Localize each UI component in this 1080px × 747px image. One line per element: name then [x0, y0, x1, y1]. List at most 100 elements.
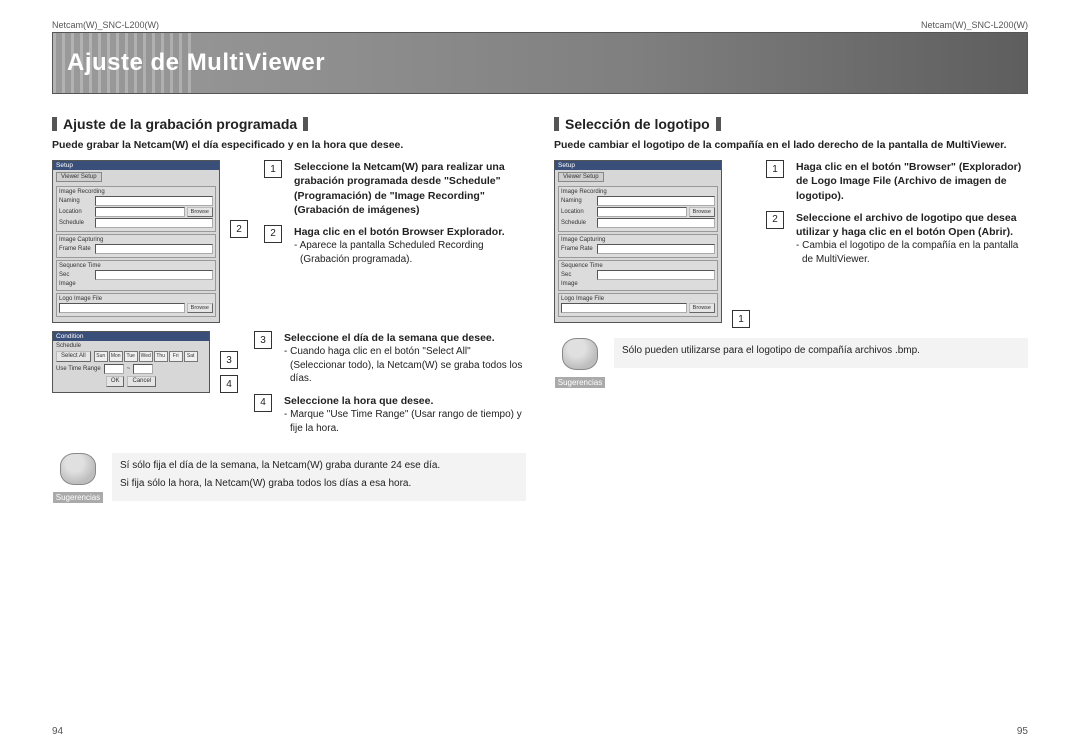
- time-from[interactable]: [104, 364, 124, 374]
- step-number: 2: [264, 225, 282, 243]
- field-label: Naming: [561, 198, 595, 204]
- tab-viewer-setup[interactable]: Viewer Setup: [56, 172, 102, 182]
- page-number-right: 95: [1017, 726, 1028, 737]
- dialog-viewer-setup: Setup Viewer Setup Image Recording Namin…: [52, 160, 220, 323]
- bar-icon: [716, 117, 721, 131]
- group-label: Image Capturing: [561, 237, 715, 243]
- sec-field[interactable]: [95, 270, 213, 280]
- bar-icon: [303, 117, 308, 131]
- dialog-titlebar: Setup: [555, 161, 721, 170]
- day-toggle[interactable]: Fri: [169, 351, 183, 362]
- time-sep: ~: [127, 366, 131, 372]
- step-body: Cuando haga clic en el botón "Select All…: [290, 345, 526, 386]
- section-lead-left: Puede grabar la Netcam(W) el día especif…: [52, 138, 526, 152]
- callout-marker: 1: [732, 310, 750, 328]
- field-label: Frame Rate: [59, 246, 93, 252]
- screenshot-viewer-setup-right: Setup Viewer Setup Image Recording Namin…: [554, 160, 722, 328]
- group-label: Logo Image File: [561, 296, 715, 302]
- browse-button[interactable]: Browse: [187, 207, 213, 217]
- day-buttons: Sun Mon Tue Wed Thu Fri Sat: [94, 351, 198, 362]
- right-column: Selección de logotipo Puede cambiar el l…: [554, 116, 1028, 505]
- logo-field[interactable]: [59, 303, 185, 313]
- day-toggle[interactable]: Mon: [109, 351, 123, 362]
- cancel-button[interactable]: Cancel: [127, 376, 156, 387]
- step-body: Aparece la pantalla Scheduled Recording …: [300, 239, 526, 266]
- running-header: Netcam(W)_SNC-L200(W) Netcam(W)_SNC-L200…: [52, 20, 1028, 30]
- tip-text: Sí sólo fija el día de la semana, la Net…: [120, 459, 518, 473]
- browse-button[interactable]: Browse: [689, 303, 715, 313]
- sec-field[interactable]: [597, 270, 715, 280]
- step-number: 2: [766, 211, 784, 229]
- naming-field[interactable]: [95, 196, 213, 206]
- step-body: Cambia el logotipo de la compañía en la …: [802, 239, 1028, 266]
- field-label: Naming: [59, 198, 93, 204]
- dialog-titlebar: Condition: [53, 332, 209, 341]
- day-toggle[interactable]: Sun: [94, 351, 108, 362]
- mascot-icon: [60, 453, 96, 485]
- field-label: Location: [561, 209, 595, 215]
- group-label: Image Recording: [59, 189, 213, 195]
- framerate-field[interactable]: [597, 244, 715, 254]
- step-heading: Seleccione el archivo de logotipo que de…: [796, 211, 1028, 239]
- group-label: Image Recording: [561, 189, 715, 195]
- step-heading: Haga clic en el botón Browser Explorador…: [294, 225, 526, 239]
- left-column: Ajuste de la grabación programada Puede …: [52, 116, 526, 505]
- callout-marker: 2: [230, 220, 248, 238]
- step-number: 1: [766, 160, 784, 178]
- location-field[interactable]: [95, 207, 185, 217]
- field-label: Sec: [561, 272, 595, 278]
- field-label: Frame Rate: [561, 246, 595, 252]
- section-title-text: Ajuste de la grabación programada: [63, 116, 297, 132]
- day-toggle[interactable]: Sat: [184, 351, 198, 362]
- callout-marker: 4: [220, 375, 238, 393]
- step-number: 1: [264, 160, 282, 178]
- section-title-left: Ajuste de la grabación programada: [52, 116, 526, 132]
- dialog-viewer-setup: Setup Viewer Setup Image Recording Namin…: [554, 160, 722, 323]
- callout-marker: 3: [220, 351, 238, 369]
- use-time-checkbox[interactable]: Use Time Range: [56, 366, 101, 372]
- time-to[interactable]: [133, 364, 153, 374]
- browse-button[interactable]: Browse: [187, 303, 213, 313]
- group-label: Sequence Time: [561, 263, 715, 269]
- bar-icon: [554, 117, 559, 131]
- location-field[interactable]: [597, 207, 687, 217]
- group-label: Image Capturing: [59, 237, 213, 243]
- step-number: 4: [254, 394, 272, 412]
- tip-text: Si fija sólo la hora, la Netcam(W) graba…: [120, 477, 518, 491]
- tip-label: Sugerencias: [555, 377, 605, 388]
- day-toggle[interactable]: Tue: [124, 351, 138, 362]
- step-number: 3: [254, 331, 272, 349]
- step-heading: Seleccione el día de la semana que desee…: [284, 331, 526, 345]
- naming-field[interactable]: [597, 196, 715, 206]
- field-label: Image: [59, 281, 93, 287]
- day-toggle[interactable]: Wed: [139, 351, 153, 362]
- schedule-field[interactable]: [95, 218, 213, 228]
- running-header-left: Netcam(W)_SNC-L200(W): [52, 20, 159, 30]
- field-label: Schedule: [561, 220, 595, 226]
- field-label: Location: [59, 209, 93, 215]
- tab-viewer-setup[interactable]: Viewer Setup: [558, 172, 604, 182]
- schedule-field[interactable]: [597, 218, 715, 228]
- logo-field[interactable]: [561, 303, 687, 313]
- ok-button[interactable]: OK: [106, 376, 125, 387]
- section-title-text: Selección de logotipo: [565, 116, 710, 132]
- dialog-titlebar: Setup: [53, 161, 219, 170]
- step-heading: Seleccione la Netcam(W) para realizar un…: [294, 160, 526, 217]
- framerate-field[interactable]: [95, 244, 213, 254]
- screenshot-condition: Condition Schedule Select All Sun Mon Tu…: [52, 331, 210, 443]
- running-header-right: Netcam(W)_SNC-L200(W): [921, 20, 1028, 30]
- tip-box-right: Sugerencias Sólo pueden utilizarse para …: [554, 338, 1028, 390]
- select-all-button[interactable]: Select All: [56, 351, 91, 362]
- tip-box-left: Sugerencias Sí sólo fija el día de la se…: [52, 453, 526, 505]
- section-lead-right: Puede cambiar el logotipo de la compañía…: [554, 138, 1028, 152]
- day-toggle[interactable]: Thu: [154, 351, 168, 362]
- browse-button[interactable]: Browse: [689, 207, 715, 217]
- step-body: Marque "Use Time Range" (Usar rango de t…: [290, 408, 526, 435]
- field-label: Schedule: [59, 220, 93, 226]
- banner-title: Ajuste de MultiViewer: [67, 49, 325, 77]
- field-label: Sec: [59, 272, 93, 278]
- mascot-icon: [562, 338, 598, 370]
- manual-page-spread: Netcam(W)_SNC-L200(W) Netcam(W)_SNC-L200…: [0, 0, 1080, 747]
- page-number-left: 94: [52, 726, 63, 737]
- tip-text: Sólo pueden utilizarse para el logotipo …: [622, 344, 1020, 358]
